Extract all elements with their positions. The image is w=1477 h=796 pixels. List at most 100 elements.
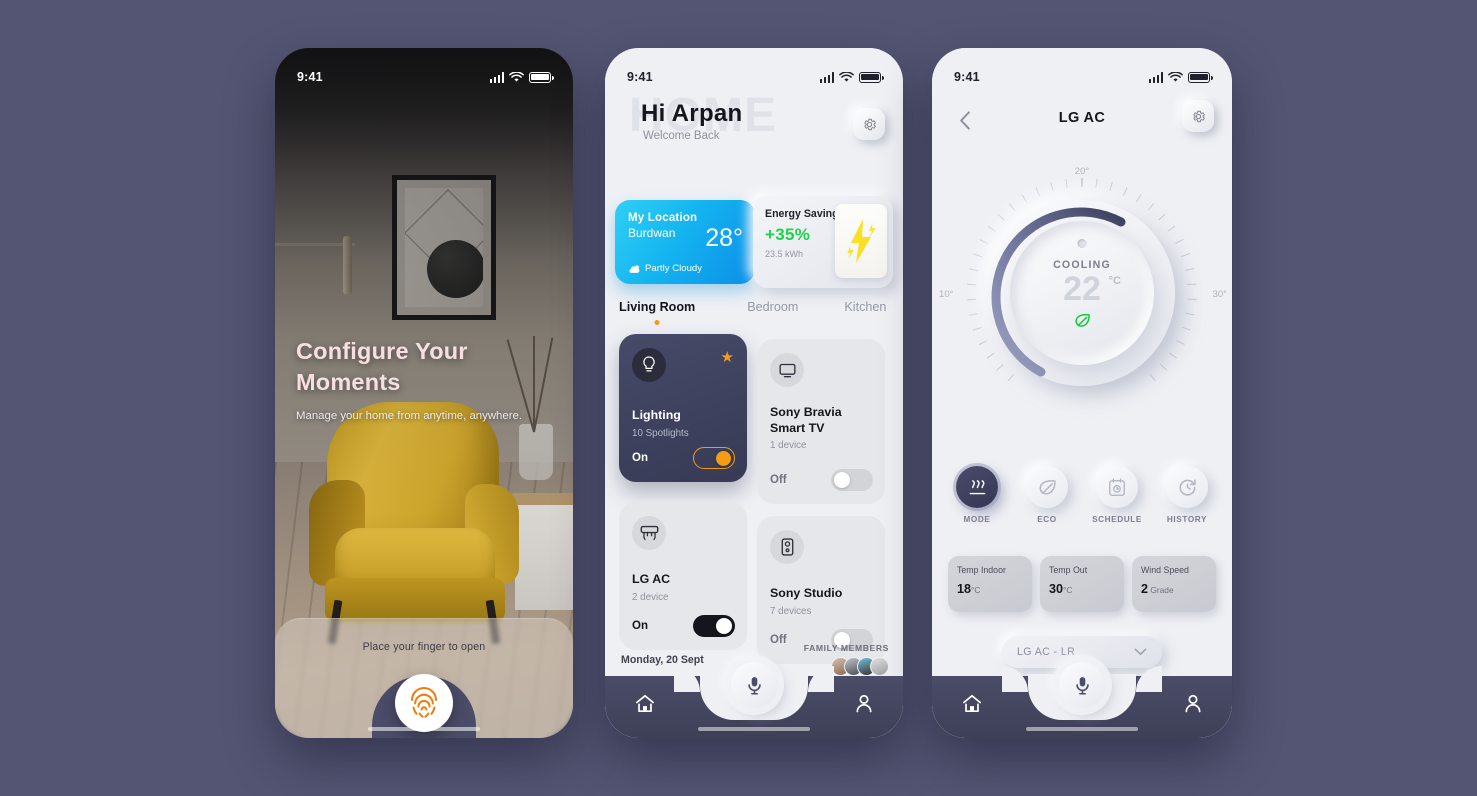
settings-button[interactable] xyxy=(853,108,885,140)
device-selector-value: LG AC - LR xyxy=(1017,646,1076,658)
dial-tick xyxy=(1187,283,1197,286)
bottom-nav-notch-right xyxy=(1136,666,1162,692)
schedule-icon-wrap xyxy=(1096,466,1138,508)
stat-value: 2 Grade xyxy=(1141,582,1207,596)
dial-tick xyxy=(1065,178,1069,189)
device-state-label: On xyxy=(632,620,648,632)
status-bar: 9:41 xyxy=(605,48,903,92)
mode-button-mode[interactable]: MODE xyxy=(946,466,1008,524)
mode-button-eco[interactable]: ECO xyxy=(1016,466,1078,524)
air-conditioner-icon xyxy=(640,525,658,541)
phone-ac-detail: 9:41 LG AC COOLING 22 °C 20° 10° 30° MOD… xyxy=(932,48,1232,738)
device-card-studio[interactable]: Sony Studio 7 devices Off xyxy=(757,516,885,664)
device-toggle[interactable] xyxy=(693,447,735,469)
nav-voice-button[interactable] xyxy=(1059,662,1105,708)
room-tabs: Living Room Bedroom Kitchen xyxy=(619,300,891,314)
status-indicators xyxy=(489,71,554,83)
home-header: HOME Hi Arpan Welcome Back xyxy=(627,92,885,158)
room-tab-living-room[interactable]: Living Room xyxy=(619,300,695,314)
energy-bolt-box xyxy=(835,204,887,278)
home-indicator xyxy=(1026,727,1138,731)
stat-card-wind-speed: Wind Speed 2 Grade xyxy=(1132,556,1216,612)
dial-tick xyxy=(1035,187,1041,196)
fingerprint-icon xyxy=(411,687,437,718)
bottom-navigation xyxy=(605,662,903,738)
signal-bars-icon xyxy=(489,71,504,83)
device-toggle[interactable] xyxy=(831,469,873,491)
nav-profile-button[interactable] xyxy=(855,694,873,718)
lightbulb-icon-wrap xyxy=(632,348,666,382)
device-footer: On xyxy=(632,615,735,637)
weather-title: My Location xyxy=(628,212,698,224)
dial-tick xyxy=(1095,178,1099,189)
stat-card-temp-out: Temp Out 30°C xyxy=(1040,556,1124,612)
status-time: 9:41 xyxy=(627,70,653,84)
dial-tick xyxy=(979,238,989,245)
mode-button-label: HISTORY xyxy=(1166,515,1208,524)
status-bar: 9:41 xyxy=(275,48,573,92)
device-card-ac[interactable]: LG AC 2 device On xyxy=(619,502,747,650)
mode-button-schedule[interactable]: SCHEDULE xyxy=(1086,466,1148,524)
lightning-bolt-icon xyxy=(847,219,876,263)
bottom-nav-notch-left xyxy=(1002,666,1028,692)
speaker-icon xyxy=(781,538,793,556)
user-icon xyxy=(1185,694,1201,713)
mode-icon-wrap xyxy=(956,466,998,508)
energy-card[interactable]: Energy Saving +35% 23.5 kWh xyxy=(753,196,893,288)
nav-home-button[interactable] xyxy=(962,694,982,718)
room-tab-kitchen[interactable]: Kitchen xyxy=(844,300,886,314)
device-card-tv[interactable]: Sony Bravia Smart TV 1 device Off xyxy=(757,339,885,504)
dial-temperature-unit: °C xyxy=(1108,275,1121,287)
nav-voice-button[interactable] xyxy=(731,662,777,708)
chevron-down-icon xyxy=(1134,648,1147,655)
signal-bars-icon xyxy=(1148,71,1163,83)
device-state-label: Off xyxy=(770,634,787,646)
weather-card[interactable]: My Location Burdwan 28° Partly Cloudy xyxy=(615,200,755,284)
stat-value: 30°C xyxy=(1049,582,1115,596)
status-bar: 9:41 xyxy=(932,48,1232,92)
status-time: 9:41 xyxy=(297,70,323,84)
device-name: Sony Studio xyxy=(770,586,843,600)
nav-home-button[interactable] xyxy=(635,694,655,718)
leaf-icon xyxy=(1074,313,1090,327)
mode-buttons-row: MODE ECO SCHEDULE HISTORY xyxy=(946,466,1218,524)
wifi-icon xyxy=(509,71,524,82)
stat-key: Wind Speed xyxy=(1141,565,1189,575)
favorite-star-icon[interactable]: ★ xyxy=(721,348,734,366)
dial-temperature-value: 22 xyxy=(1063,270,1101,308)
status-indicators xyxy=(819,71,884,83)
onboarding-headline: Configure Your Moments xyxy=(296,338,468,396)
history-icon-wrap xyxy=(1166,466,1208,508)
device-name: Lighting xyxy=(632,408,681,422)
dial-tick xyxy=(967,283,977,286)
dial-tick xyxy=(969,312,979,316)
nav-profile-button[interactable] xyxy=(1184,694,1202,718)
dial-tick xyxy=(1182,326,1192,331)
status-time: 9:41 xyxy=(954,70,980,84)
user-icon xyxy=(856,694,872,713)
room-tab-bedroom[interactable]: Bedroom xyxy=(747,300,798,314)
wifi-icon xyxy=(1168,71,1183,82)
device-toggle[interactable] xyxy=(693,615,735,637)
fingerprint-button[interactable] xyxy=(395,674,453,732)
cloud-icon xyxy=(629,264,640,273)
stat-value: 18°C xyxy=(957,582,1023,596)
microphone-icon xyxy=(1075,676,1089,695)
detail-header: LG AC xyxy=(950,104,1214,136)
greeting-subtitle: Welcome Back xyxy=(643,130,720,142)
settings-button[interactable] xyxy=(1182,100,1214,132)
signal-bars-icon xyxy=(819,71,834,83)
device-state-label: Off xyxy=(770,474,787,486)
speaker-icon-wrap xyxy=(770,530,804,564)
dial-tick xyxy=(1185,268,1195,272)
mode-button-history[interactable]: HISTORY xyxy=(1156,466,1218,524)
device-name: LG AC xyxy=(632,572,671,586)
thermostat-dial[interactable]: COOLING 22 °C 20° 10° 30° xyxy=(939,166,1227,408)
stats-row: Temp Indoor 18°C Temp Out 30°C Wind Spee… xyxy=(948,556,1216,612)
device-card-lighting[interactable]: ★ Lighting 10 Spotlights On xyxy=(619,334,747,482)
tv-icon xyxy=(779,363,796,377)
device-footer: Off xyxy=(770,469,873,491)
dial-eco-indicator xyxy=(1074,313,1091,333)
device-text-lighting: Lighting 10 Spotlights xyxy=(632,408,737,439)
stat-number: 2 xyxy=(1141,582,1149,596)
